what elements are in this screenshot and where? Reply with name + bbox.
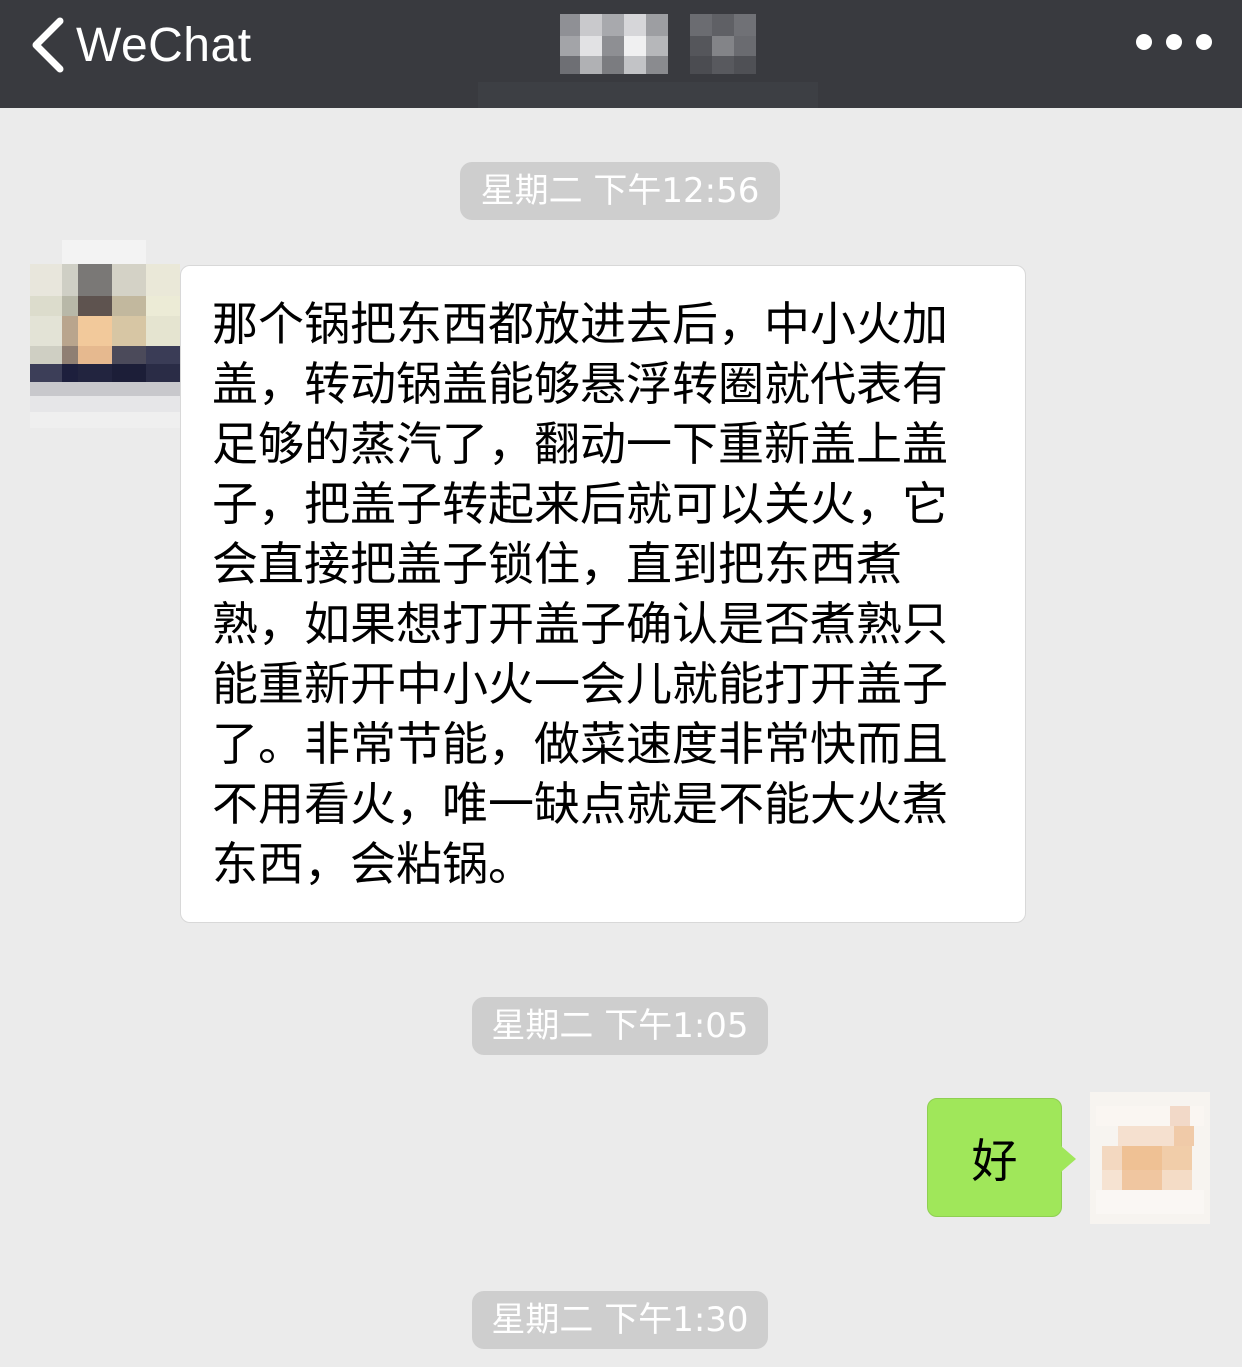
timestamp: 星期二 下午1:05 — [472, 997, 768, 1055]
navigation-bar: WeChat — [0, 0, 1242, 108]
my-avatar[interactable] — [1090, 1092, 1210, 1224]
message-text: 那个锅把东西都放进去后，中小火加 盖，转动锅盖能够悬浮转圈就代表有 足够的蒸汽了… — [212, 297, 948, 891]
timestamp: 星期二 下午1:30 — [472, 1291, 768, 1349]
back-button[interactable]: WeChat — [26, 10, 252, 80]
dot — [1136, 34, 1152, 50]
outgoing-message-bubble[interactable]: 好 — [927, 1098, 1062, 1217]
back-label: WeChat — [76, 18, 252, 72]
dot — [1196, 34, 1212, 50]
timestamp: 星期二 下午12:56 — [460, 162, 780, 220]
contact-avatar[interactable] — [30, 240, 180, 428]
title-shadow — [478, 82, 818, 108]
incoming-message-bubble[interactable]: 那个锅把东西都放进去后，中小火加 盖，转动锅盖能够悬浮转圈就代表有 足够的蒸汽了… — [180, 265, 1026, 923]
chevron-left-icon — [32, 17, 64, 73]
ellipsis-icon[interactable] — [1136, 22, 1212, 62]
chat-title-pixelated — [560, 14, 760, 74]
wechat-chat-screen: WeChat 星期二 下午12:56 那个锅把东西都放进去后，中小火加 盖，转动… — [0, 0, 1242, 1367]
dot — [1166, 34, 1182, 50]
message-text: 好 — [971, 1133, 1018, 1188]
bubble-tail — [1061, 1146, 1076, 1172]
